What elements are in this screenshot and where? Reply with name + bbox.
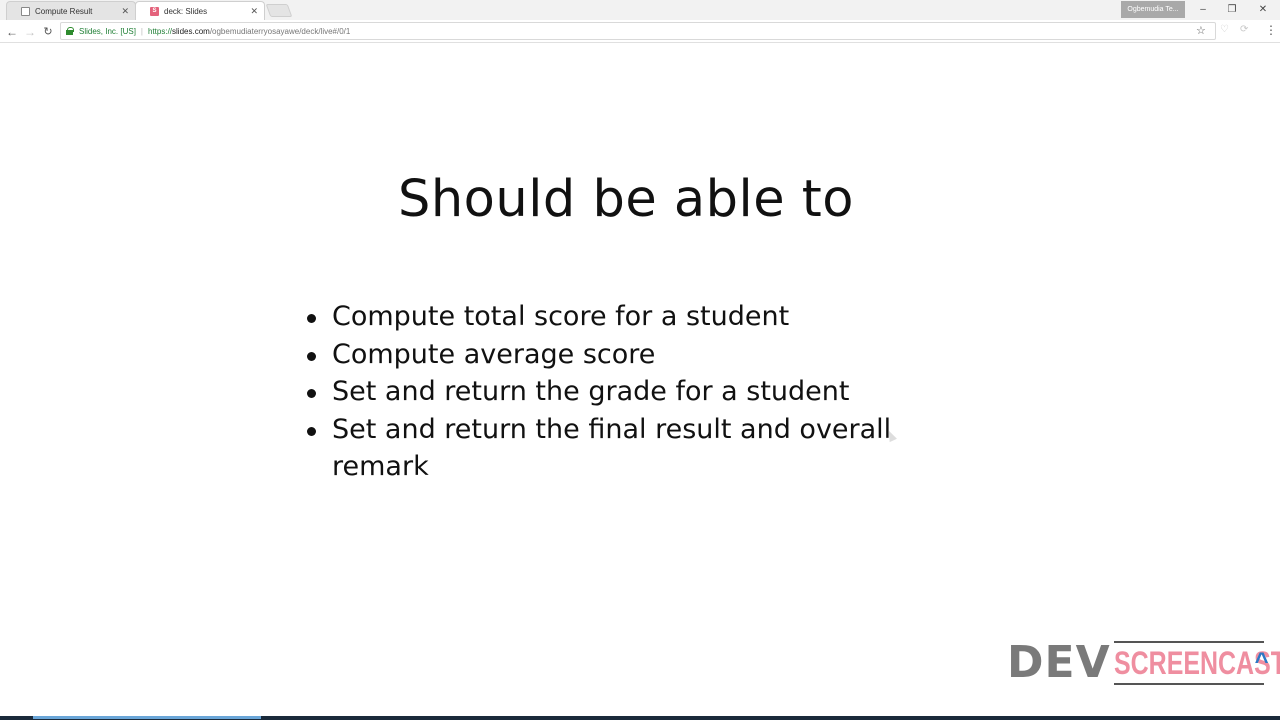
watermark-screencast-text: SCREENCAST [1113,644,1280,681]
bullet-list: Compute total score for a student Comput… [307,298,902,486]
close-icon[interactable]: ✕ [121,6,129,17]
devscreencast-watermark: DEV SCREENCAST ^ [1007,637,1280,688]
list-item: Set and return the grade for a student [307,373,902,411]
extension-shield-icon[interactable]: ♡ [1220,24,1229,35]
slide-title: Should be able to [397,170,855,229]
tab-title: Compute Result [35,6,93,16]
url-separator: | [140,26,143,36]
profile-badge[interactable]: Ogbemudia Te... [1121,1,1185,18]
url-scheme: https:// [148,26,173,36]
forward-icon[interactable]: → [22,24,38,39]
taskbar-strip [0,716,1280,720]
bookmark-star-icon[interactable]: ☆ [1196,24,1206,37]
new-tab-button[interactable] [265,4,293,17]
back-icon[interactable]: ← [4,24,20,39]
list-item: Set and return the final result and over… [307,411,902,486]
tab-deck-slides[interactable]: S deck: Slides ✕ [135,1,265,20]
tab-strip: Compute Result ✕ S deck: Slides ✕ Ogbemu… [0,0,1280,20]
taskbar-active-item[interactable] [33,716,261,719]
list-item: Compute total score for a student [307,298,902,336]
close-icon[interactable]: ✕ [250,6,258,17]
chevron-up-icon: ^ [1254,648,1269,675]
tab-compute-result[interactable]: Compute Result ✕ [6,1,136,20]
address-bar[interactable]: Slides, Inc. [US] | https:// slides.com … [60,22,1216,40]
url-host: slides.com [172,26,210,36]
lock-icon [66,27,74,35]
url-path: /ogbemudiaterryosayawe/deck/live#/0/1 [209,26,351,36]
list-item: Compute average score [307,336,902,374]
extension-sync-icon[interactable]: ⟳ [1240,24,1248,35]
browser-toolbar: ← → ↻ Slides, Inc. [US] | https:// slide… [0,20,1280,43]
close-window-button[interactable]: ✕ [1252,2,1274,17]
page-icon [21,6,30,16]
restore-button[interactable]: ❐ [1221,2,1243,17]
tab-title: deck: Slides [164,6,208,16]
watermark-box: SCREENCAST ^ [1113,641,1280,685]
watermark-dev-text: DEV [1007,637,1111,688]
minimize-button[interactable]: – [1192,2,1214,17]
menu-icon[interactable]: ⋮ [1265,23,1277,37]
slides-icon: S [150,6,159,16]
reload-icon[interactable]: ↻ [40,24,56,39]
secure-org-label: Slides, Inc. [US] [79,26,136,36]
